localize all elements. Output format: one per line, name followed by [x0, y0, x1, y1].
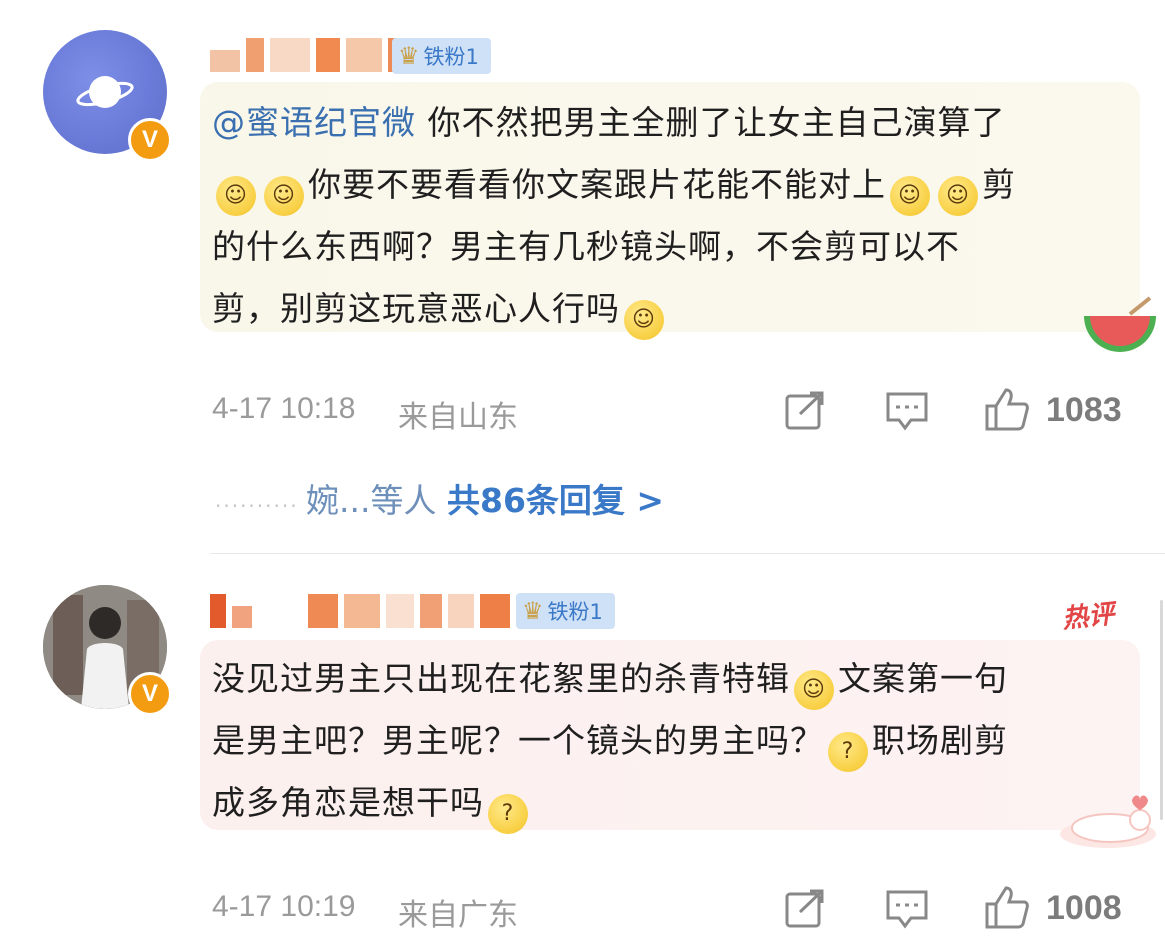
hot-comment-badge: 热评 — [1060, 599, 1116, 635]
share-icon[interactable] — [784, 390, 826, 432]
cat-decoration-icon — [1060, 795, 1156, 848]
comment-text: 没见过男主只出现在花絮里的杀青特辑 ☺ 文案第一句 是男主吧？男主呢？一个镜头的男主… — [212, 648, 1122, 834]
smile-emoji-icon: ☺ — [938, 176, 978, 216]
puzzled-emoji-icon: ? — [488, 794, 528, 834]
smile-emoji-icon: ☺ — [624, 300, 664, 340]
comment-icon[interactable] — [885, 390, 929, 432]
puzzled-emoji-icon: ? — [828, 732, 868, 772]
comment-time: 4-17 10:19 — [212, 890, 356, 923]
crown-icon: ♛ — [398, 42, 420, 70]
smile-emoji-icon: ☺ — [216, 176, 256, 216]
scrollbar[interactable] — [1160, 600, 1163, 820]
comment-icon[interactable] — [885, 888, 929, 930]
verified-badge-icon: V — [128, 118, 172, 162]
fan-badge[interactable]: ♛ 铁粉1 — [516, 593, 615, 629]
reply-count-link[interactable]: 共86条回复 > — [447, 481, 664, 520]
smile-emoji-icon: ☺ — [890, 176, 930, 216]
comment-location: 来自山东 — [398, 401, 518, 434]
divider — [210, 553, 1165, 554]
comment-time: 4-17 10:18 — [212, 392, 356, 425]
replies-summary[interactable]: 婉...等人 共86条回复 > — [306, 474, 664, 522]
smile-emoji-icon: ☺ — [264, 176, 304, 216]
verified-badge-icon: V — [128, 672, 172, 716]
smile-emoji-icon: ☺ — [794, 670, 834, 710]
crown-icon: ♛ — [522, 597, 544, 625]
thumbs-up-icon[interactable] — [984, 386, 1030, 432]
fan-badge[interactable]: ♛ 铁粉1 — [392, 38, 491, 74]
username-blurred[interactable] — [210, 594, 510, 628]
comment-location: 来自广东 — [398, 899, 518, 932]
username-blurred[interactable] — [210, 38, 422, 72]
like-count: 1083 — [1046, 391, 1122, 429]
watermelon-decoration-icon — [1084, 296, 1156, 352]
comment-text: @蜜语纪官微 你不然把男主全删了让女主自己演算了 ☺ ☺ 你要不要看看你文案跟片花能… — [212, 92, 1122, 340]
share-icon[interactable] — [784, 888, 826, 930]
reply-dots: ·········· — [215, 494, 299, 518]
thumbs-up-icon[interactable] — [984, 884, 1030, 930]
like-count: 1008 — [1046, 889, 1122, 927]
mention-link[interactable]: @蜜语纪官微 — [212, 103, 416, 142]
